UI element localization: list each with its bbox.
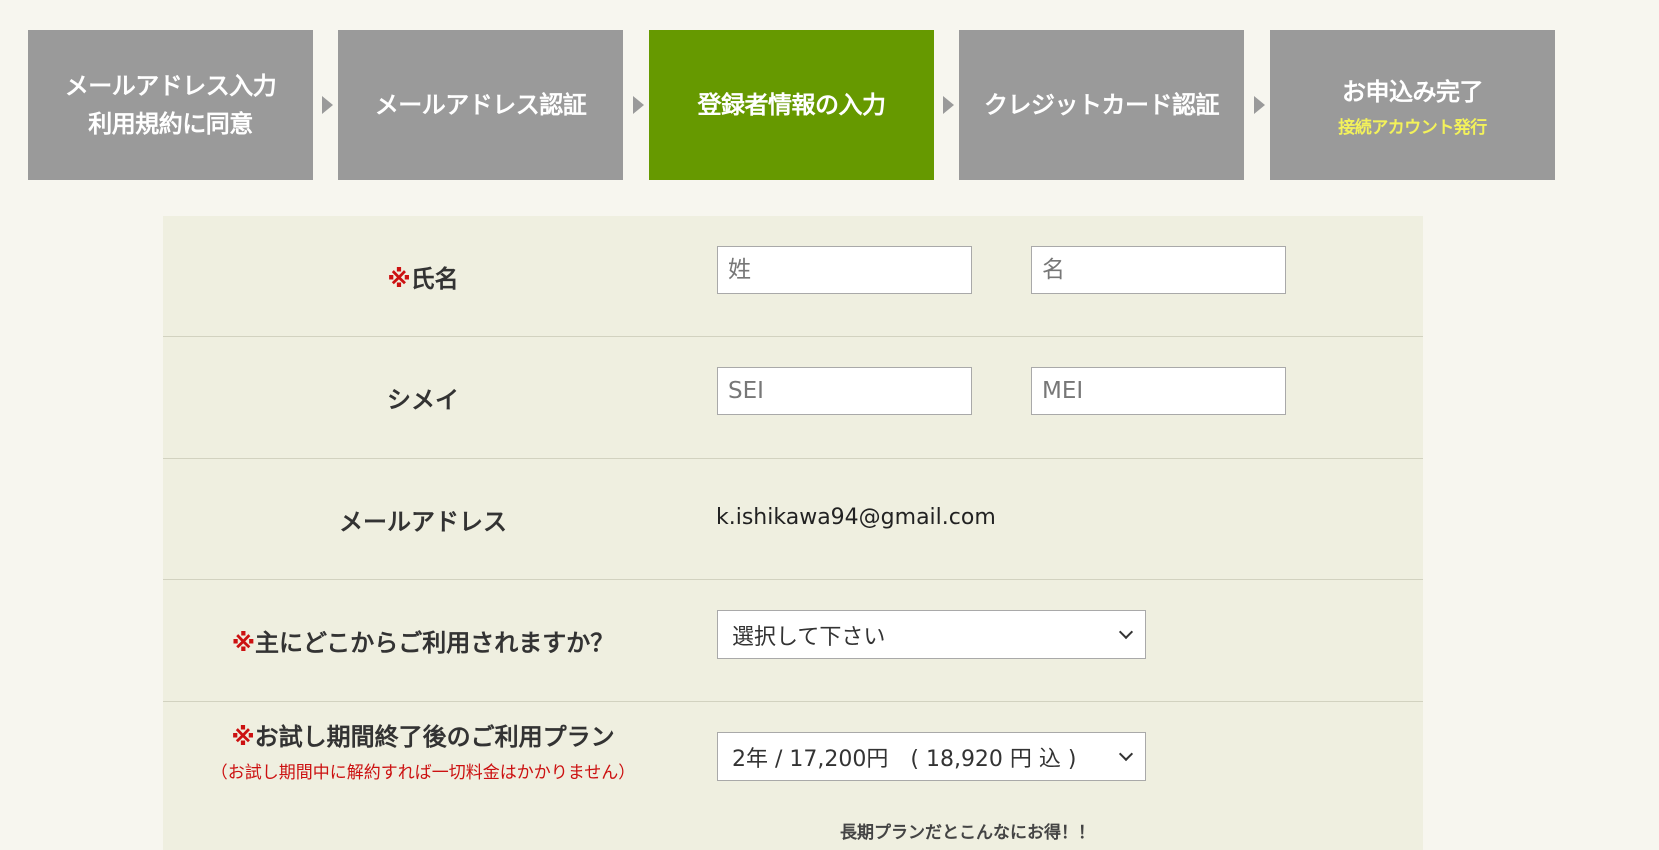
step-label: メールアドレス認証: [374, 91, 587, 119]
name-label: ※氏名: [163, 216, 683, 336]
step-sublabel: 接続アカウント発行: [1338, 117, 1487, 138]
step-label: お申込み完了: [1342, 77, 1484, 106]
last-name-input[interactable]: [717, 246, 972, 294]
step-registrant-info: 登録者情報の入力: [649, 30, 934, 180]
email-row: メールアドレス k.ishikawa94@gmail.com: [163, 459, 1423, 580]
chevron-down-icon: [1118, 624, 1134, 639]
last-name-kana-input[interactable]: [717, 367, 972, 415]
location-select[interactable]: 選択して下さい: [717, 610, 1146, 659]
first-name-input[interactable]: [1031, 246, 1286, 294]
email-label-text: メールアドレス: [339, 507, 507, 536]
email-label: メールアドレス: [163, 459, 683, 579]
plan-select[interactable]: 2年 / 17,200円 ( 18,920 円 込 ): [717, 732, 1146, 781]
kana-label-text: シメイ: [387, 386, 459, 414]
step-email-verify: メールアドレス認証: [338, 30, 623, 180]
step-complete: お申込み完了 接続アカウント発行: [1270, 30, 1555, 180]
plan-selected-value: 2年 / 17,200円 ( 18,920 円 込 ): [732, 746, 1077, 772]
required-mark: ※: [231, 629, 256, 657]
location-selected-value: 選択して下さい: [732, 624, 886, 650]
step-label: クレジットカード認証: [984, 91, 1220, 119]
first-name-kana-input[interactable]: [1031, 367, 1286, 415]
plan-row: ※お試し期間終了後のご利用プラン （お試し期間中に解約すれば一切料金はかかりませ…: [163, 702, 1423, 850]
step-label: メールアドレス入力 利用規約に同意: [64, 72, 277, 138]
plan-note: （お試し期間中に解約すれば一切料金はかかりません）: [210, 763, 636, 783]
registration-form: ※氏名 シメイ メールアドレス k.ishikawa94@gmail.com ※…: [163, 216, 1423, 850]
location-label: ※主にどこからご利用されますか？: [163, 580, 683, 701]
progress-steps: メールアドレス入力 利用規約に同意 メールアドレス認証 登録者情報の入力 クレジ…: [0, 0, 1659, 190]
step-credit-card: クレジットカード認証: [959, 30, 1244, 180]
step-email-input: メールアドレス入力 利用規約に同意: [28, 30, 313, 180]
plan-label-text: お試し期間終了後のご利用プラン: [254, 723, 615, 751]
location-row: ※主にどこからご利用されますか？ 選択して下さい: [163, 580, 1423, 702]
kana-label: シメイ: [163, 337, 683, 458]
plan-label: ※お試し期間終了後のご利用プラン （お試し期間中に解約すれば一切料金はかかりませ…: [163, 702, 683, 798]
step-arrow-icon: [1254, 96, 1265, 114]
required-mark: ※: [231, 723, 255, 751]
step-arrow-icon: [943, 96, 954, 114]
required-mark: ※: [387, 264, 411, 293]
email-value: k.ishikawa94@gmail.com: [716, 505, 996, 530]
kana-row: シメイ: [163, 337, 1423, 459]
step-arrow-icon: [633, 96, 644, 114]
long-plan-promo-text: 長期プランだとこんなにお得！！: [840, 823, 1095, 843]
name-row: ※氏名: [163, 216, 1423, 337]
location-label-text: 主にどこからご利用されますか？: [255, 629, 615, 657]
step-label: 登録者情報の入力: [697, 91, 887, 119]
step-arrow-icon: [322, 96, 333, 114]
chevron-down-icon: [1118, 746, 1134, 761]
name-label-text: 氏名: [410, 264, 459, 293]
